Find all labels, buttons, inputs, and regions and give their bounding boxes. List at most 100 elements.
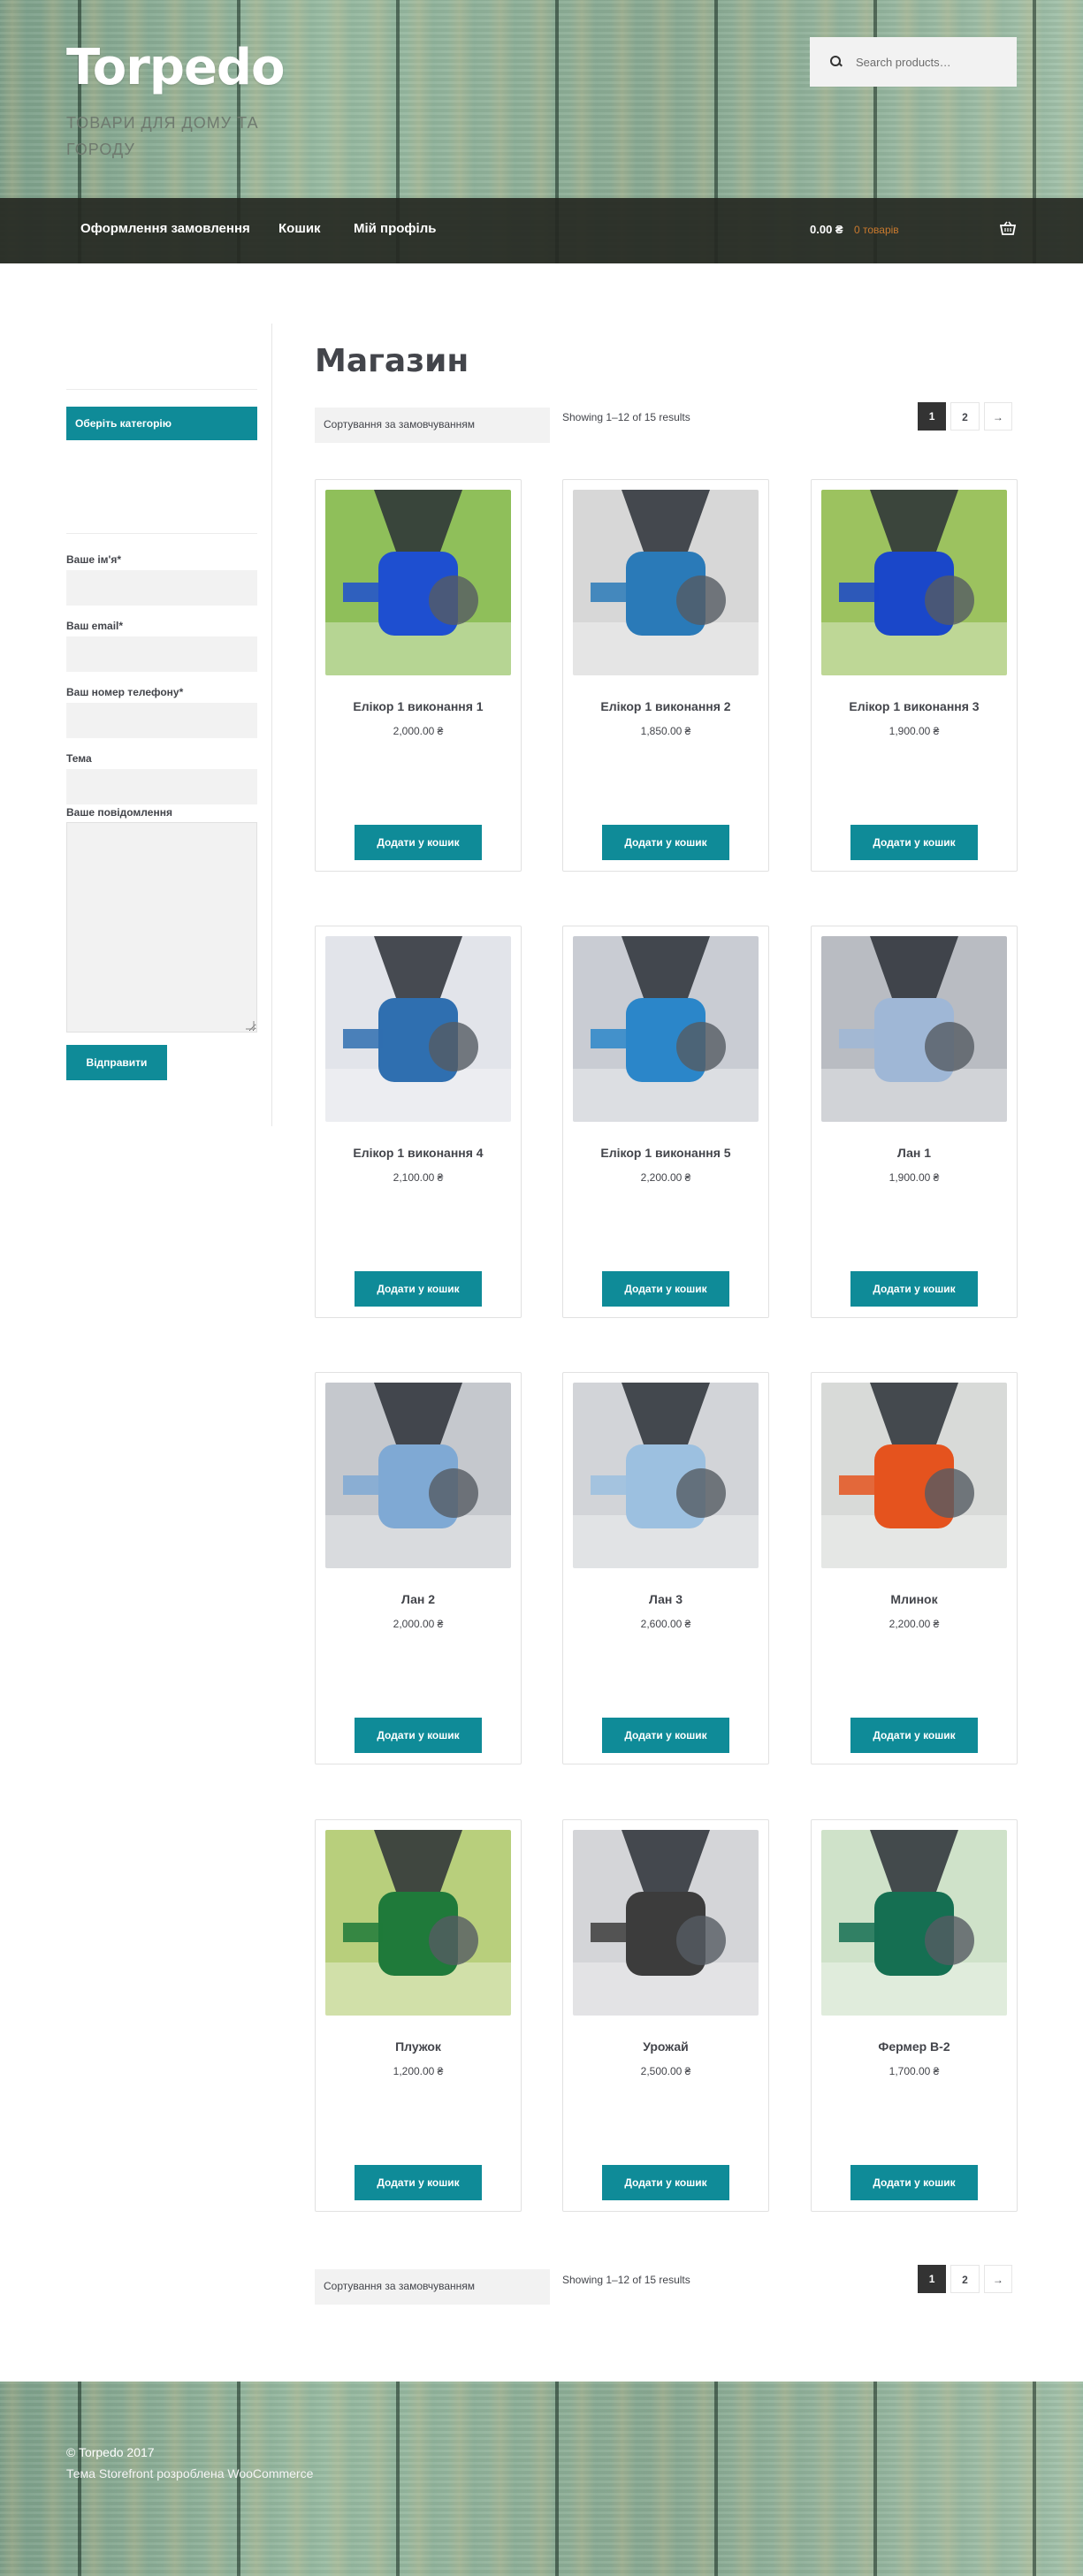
cart-total[interactable]: 0.00 ₴ xyxy=(810,223,843,236)
product-image[interactable] xyxy=(325,936,511,1122)
product-price: 2,000.00 ₴ xyxy=(393,725,444,737)
add-to-cart-button[interactable]: Додати у кошик xyxy=(355,1271,482,1307)
product-image[interactable] xyxy=(821,490,1007,675)
product-name[interactable]: Млинок xyxy=(812,1592,1017,1606)
add-to-cart-button[interactable]: Додати у кошик xyxy=(850,825,978,860)
product-card[interactable]: Елікор 1 виконання 1 2,000.00 ₴ Додати у к… xyxy=(315,479,522,872)
product-name[interactable]: Елікор 1 виконання 1 xyxy=(316,699,521,713)
product-name[interactable]: Фермер В-2 xyxy=(812,2039,1017,2054)
theme-credit: Тема Storefront розроблена WooCommerce xyxy=(66,2466,313,2481)
pagination: 1 2 → xyxy=(918,402,1017,431)
search-icon xyxy=(829,55,843,69)
add-to-cart-button[interactable]: Додати у кошик xyxy=(355,2165,482,2200)
site-header: Torpedo ТОВАРИ ДЛЯ ДОМУ ТА ГОРОДУ Оформл… xyxy=(0,0,1083,263)
product-card[interactable]: Елікор 1 виконання 5 2,200.00 ₴ Додати у к… xyxy=(562,926,769,1318)
search-box[interactable] xyxy=(810,37,1017,87)
product-image[interactable] xyxy=(573,490,759,675)
product-card[interactable]: Плужок 1,200.00 ₴ Додати у кошик xyxy=(315,1819,522,2212)
nav-item-my-account[interactable]: Мій профіль xyxy=(354,221,436,236)
product-card[interactable]: Елікор 1 виконання 3 1,900.00 ₴ Додати у к… xyxy=(811,479,1018,872)
basket-icon[interactable] xyxy=(1000,221,1016,235)
product-name[interactable]: Лан 1 xyxy=(812,1146,1017,1160)
product-card[interactable]: Лан 1 1,900.00 ₴ Додати у кошик xyxy=(811,926,1018,1318)
add-to-cart-button[interactable]: Додати у кошик xyxy=(602,1271,729,1307)
product-price: 1,850.00 ₴ xyxy=(640,725,691,737)
email-label: Ваш email* xyxy=(66,620,124,632)
site-title[interactable]: Torpedo xyxy=(66,39,285,96)
email-field[interactable] xyxy=(66,636,257,672)
product-image[interactable] xyxy=(821,936,1007,1122)
add-to-cart-button[interactable]: Додати у кошик xyxy=(602,825,729,860)
product-card[interactable]: Млинок 2,200.00 ₴ Додати у кошик xyxy=(811,1372,1018,1764)
product-card[interactable]: Урожай 2,500.00 ₴ Додати у кошик xyxy=(562,1819,769,2212)
product-image[interactable] xyxy=(573,1830,759,2016)
product-card[interactable]: Фермер В-2 1,700.00 ₴ Додати у кошик xyxy=(811,1819,1018,2212)
product-price: 2,200.00 ₴ xyxy=(889,1618,940,1630)
next-page-link[interactable]: → xyxy=(983,2265,1013,2293)
resize-handle-icon[interactable] xyxy=(246,1021,255,1030)
page-1-current: 1 xyxy=(918,2265,947,2293)
product-price: 1,900.00 ₴ xyxy=(889,725,940,737)
divider xyxy=(66,389,257,390)
product-name[interactable]: Елікор 1 виконання 5 xyxy=(563,1146,768,1160)
product-name[interactable]: Лан 3 xyxy=(563,1592,768,1606)
product-name[interactable]: Урожай xyxy=(563,2039,768,2054)
page-title: Магазин xyxy=(315,343,469,379)
product-card[interactable]: Лан 3 2,600.00 ₴ Додати у кошик xyxy=(562,1372,769,1764)
add-to-cart-button[interactable]: Додати у кошик xyxy=(355,825,482,860)
product-name[interactable]: Плужок xyxy=(316,2039,521,2054)
product-price: 1,700.00 ₴ xyxy=(889,2065,940,2077)
product-image[interactable] xyxy=(325,490,511,675)
next-page-link[interactable]: → xyxy=(983,402,1013,431)
product-card[interactable]: Лан 2 2,000.00 ₴ Додати у кошик xyxy=(315,1372,522,1764)
search-input[interactable] xyxy=(856,55,1006,69)
product-image[interactable] xyxy=(573,936,759,1122)
sort-select-bottom[interactable]: Сортування за замовчуванням xyxy=(315,2269,550,2305)
site-tagline: ТОВАРИ ДЛЯ ДОМУ ТА ГОРОДУ xyxy=(66,114,259,158)
product-price: 2,100.00 ₴ xyxy=(393,1171,444,1184)
product-price: 2,000.00 ₴ xyxy=(393,1618,444,1630)
product-image[interactable] xyxy=(325,1383,511,1568)
product-image[interactable] xyxy=(325,1830,511,2016)
product-image[interactable] xyxy=(821,1383,1007,1568)
nav-item-checkout[interactable]: Оформлення замовлення xyxy=(80,221,250,236)
product-card[interactable]: Елікор 1 виконання 2 1,850.00 ₴ Додати у к… xyxy=(562,479,769,872)
name-label: Ваше ім'я* xyxy=(66,553,122,566)
page-2-link[interactable]: 2 xyxy=(950,402,980,431)
add-to-cart-button[interactable]: Додати у кошик xyxy=(850,2165,978,2200)
cart-count[interactable]: 0 товарів xyxy=(854,224,899,236)
woocommerce-link[interactable]: WooCommerce xyxy=(227,2466,313,2481)
product-image[interactable] xyxy=(821,1830,1007,2016)
phone-label: Ваш номер телефону* xyxy=(66,686,184,698)
subject-field[interactable] xyxy=(66,769,257,804)
add-to-cart-button[interactable]: Додати у кошик xyxy=(850,1271,978,1307)
name-field[interactable] xyxy=(66,570,257,606)
page-1-current: 1 xyxy=(918,402,947,431)
product-name[interactable]: Лан 2 xyxy=(316,1592,521,1606)
nav-item-cart[interactable]: Кошик xyxy=(278,221,321,236)
phone-field[interactable] xyxy=(66,703,257,738)
sort-select[interactable]: Сортування за замовчуванням xyxy=(315,408,550,443)
message-label: Ваше повідомлення xyxy=(66,806,172,819)
product-name[interactable]: Елікор 1 виконання 3 xyxy=(812,699,1017,713)
add-to-cart-button[interactable]: Додати у кошик xyxy=(602,1718,729,1753)
subject-label: Тема xyxy=(66,752,92,765)
result-count-bottom: Showing 1–12 of 15 results xyxy=(562,2274,690,2286)
divider xyxy=(66,533,257,534)
product-price: 2,600.00 ₴ xyxy=(640,1618,691,1630)
product-price: 1,900.00 ₴ xyxy=(889,1171,940,1184)
category-select[interactable]: Оберіть категорію xyxy=(66,407,257,440)
submit-button[interactable]: Відправити xyxy=(66,1045,167,1080)
add-to-cart-button[interactable]: Додати у кошик xyxy=(602,2165,729,2200)
message-field[interactable] xyxy=(66,822,257,1033)
copyright: © Torpedo 2017 xyxy=(66,2445,155,2459)
product-name[interactable]: Елікор 1 виконання 4 xyxy=(316,1146,521,1160)
add-to-cart-button[interactable]: Додати у кошик xyxy=(850,1718,978,1753)
add-to-cart-button[interactable]: Додати у кошик xyxy=(355,1718,482,1753)
page-2-link[interactable]: 2 xyxy=(950,2265,980,2293)
product-image[interactable] xyxy=(573,1383,759,1568)
product-name[interactable]: Елікор 1 виконання 2 xyxy=(563,699,768,713)
product-price: 2,200.00 ₴ xyxy=(640,1171,691,1184)
product-card[interactable]: Елікор 1 виконання 4 2,100.00 ₴ Додати у к… xyxy=(315,926,522,1318)
product-price: 2,500.00 ₴ xyxy=(640,2065,691,2077)
